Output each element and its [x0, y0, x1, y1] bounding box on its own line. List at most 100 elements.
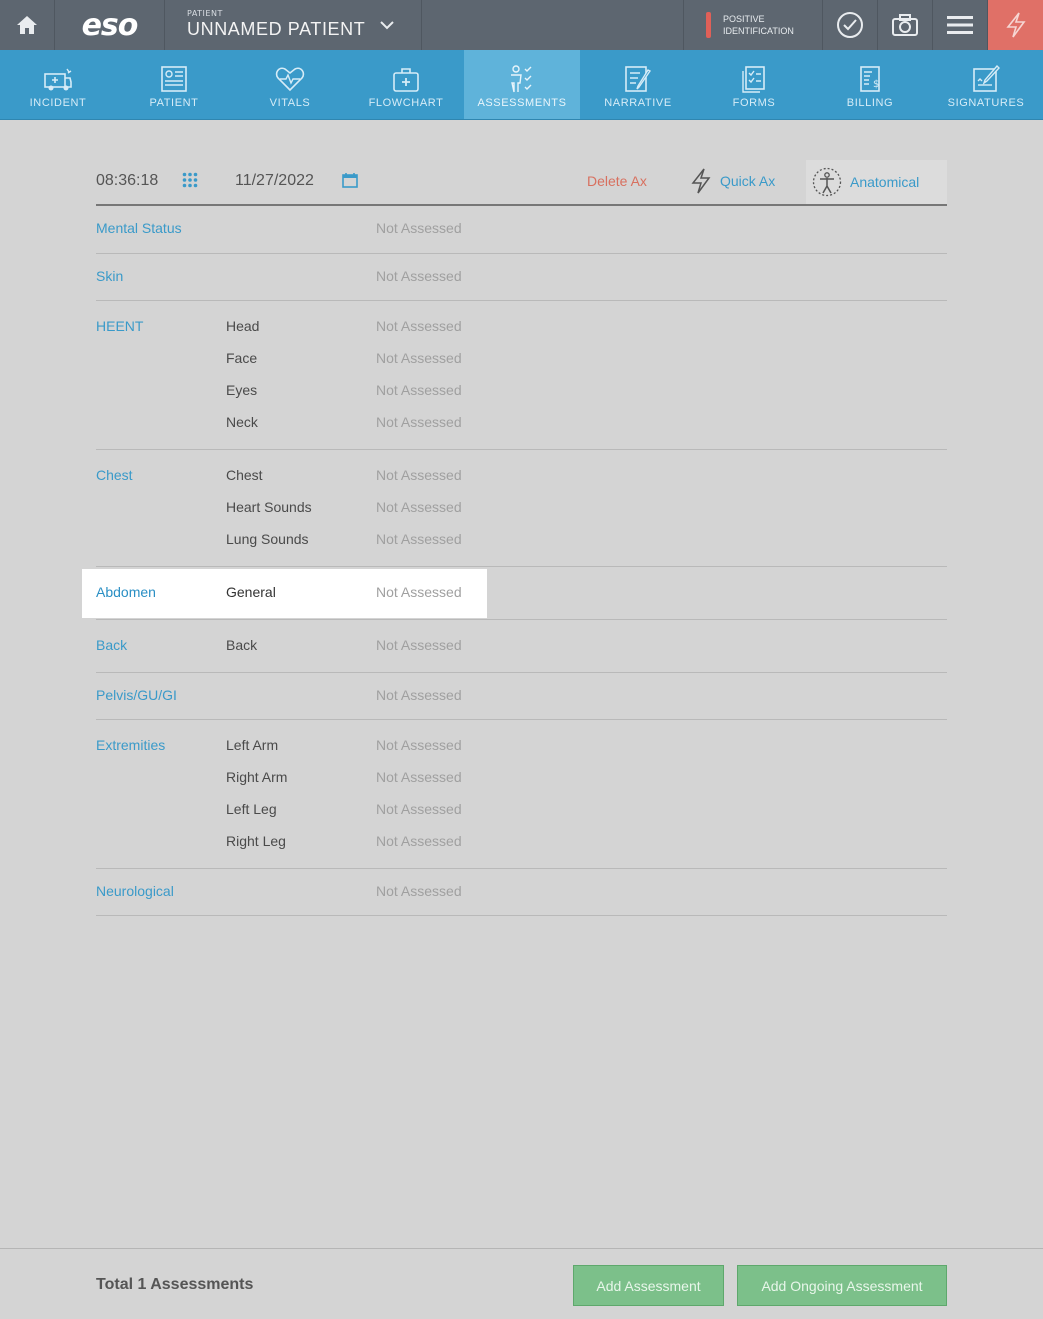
assessment-toolbar: 08:36:18 11/27/2022 Delete Ax Quick Ax A…	[96, 160, 947, 206]
validate-button[interactable]	[823, 0, 878, 50]
category-label[interactable]: Neurological	[96, 883, 174, 899]
category-row-chest[interactable]: Chest Chest Not Assessed Heart Sounds No…	[96, 450, 947, 567]
subitem-label[interactable]: Head	[226, 318, 259, 334]
status-text: Not Assessed	[376, 801, 462, 817]
subitem-label[interactable]: Left Leg	[226, 801, 277, 817]
billing-icon: $	[860, 66, 880, 92]
tab-label: ASSESSMENTS	[477, 97, 567, 109]
section-nav: INCIDENT PATIENT VITALS FLOWCHART ASSESS…	[0, 50, 1043, 120]
keypad-grid-icon[interactable]	[182, 172, 198, 188]
subitem-label[interactable]: Right Leg	[226, 833, 286, 849]
subitem-label[interactable]: Right Arm	[226, 769, 287, 785]
lightning-icon	[691, 168, 711, 194]
category-label[interactable]: Pelvis/GU/GI	[96, 687, 177, 703]
anatomical-body-icon	[812, 167, 842, 197]
total-assessments: Total 1 Assessments	[96, 1276, 254, 1293]
signature-icon	[973, 65, 1000, 92]
category-row-mental-status[interactable]: Mental Status Not Assessed	[96, 206, 947, 254]
patient-card-icon	[161, 66, 187, 92]
home-icon	[17, 16, 37, 34]
positive-identification-button[interactable]: POSITIVE IDENTIFICATION	[683, 0, 823, 50]
category-row-neurological[interactable]: Neurological Not Assessed	[96, 869, 947, 916]
tab-label: VITALS	[269, 97, 311, 109]
category-row-extremities[interactable]: Extremities Left Arm Not Assessed Right …	[96, 720, 947, 869]
category-row-skin[interactable]: Skin Not Assessed	[96, 254, 947, 301]
medkit-icon	[393, 68, 419, 92]
menu-button[interactable]	[933, 0, 988, 50]
tab-vitals[interactable]: VITALS	[232, 50, 348, 119]
patient-selector[interactable]: PATIENT UNNAMED PATIENT	[165, 0, 422, 50]
lightning-icon	[1005, 12, 1026, 38]
status-text: Not Assessed	[376, 499, 462, 515]
quick-ax-button[interactable]: Quick Ax	[690, 168, 775, 194]
category-label[interactable]: Chest	[96, 467, 133, 483]
status-text: Not Assessed	[376, 637, 462, 653]
tab-patient[interactable]: PATIENT	[116, 50, 232, 119]
patient-caption: PATIENT	[187, 9, 223, 18]
tab-signatures[interactable]: SIGNATURES	[928, 50, 1043, 119]
status-text: Not Assessed	[376, 687, 462, 703]
subitem-label[interactable]: Face	[226, 350, 257, 366]
patient-name: UNNAMED PATIENT	[187, 19, 366, 39]
subitem-label[interactable]: Heart Sounds	[226, 499, 312, 515]
assessment-date[interactable]: 11/27/2022	[235, 172, 314, 190]
status-text: Not Assessed	[376, 382, 462, 398]
top-bar: eso PATIENT UNNAMED PATIENT POSITIVE IDE…	[0, 0, 1043, 50]
tab-label: PATIENT	[149, 97, 199, 109]
quick-action-button[interactable]	[988, 0, 1043, 50]
positive-id-line2: IDENTIFICATION	[723, 26, 794, 36]
ambulance-icon	[44, 68, 72, 91]
status-text: Not Assessed	[376, 268, 462, 284]
category-row-abdomen[interactable]: Abdomen General Not Assessed	[82, 567, 947, 620]
tab-label: SIGNATURES	[947, 97, 1025, 109]
subitem-label[interactable]: Neck	[226, 414, 258, 430]
tab-assessments[interactable]: ASSESSMENTS	[464, 50, 580, 119]
status-text: Not Assessed	[376, 883, 462, 899]
category-label[interactable]: Extremities	[96, 737, 165, 753]
status-text: Not Assessed	[376, 769, 462, 785]
add-ongoing-assessment-button[interactable]: Add Ongoing Assessment	[737, 1265, 947, 1306]
assessment-time[interactable]: 08:36:18	[96, 172, 158, 190]
subitem-label[interactable]: Lung Sounds	[226, 531, 309, 547]
alert-icon	[706, 12, 711, 38]
status-text: Not Assessed	[376, 414, 462, 430]
tab-label: NARRATIVE	[604, 97, 672, 109]
chevron-down-icon	[380, 21, 394, 30]
camera-icon	[892, 14, 918, 36]
anatomical-button[interactable]: Anatomical	[806, 160, 947, 204]
tab-narrative[interactable]: NARRATIVE	[580, 50, 696, 119]
status-text: Not Assessed	[376, 318, 462, 334]
subitem-label[interactable]: Eyes	[226, 382, 257, 398]
quick-ax-label: Quick Ax	[720, 173, 776, 189]
category-row-heent[interactable]: HEENT Head Not Assessed Face Not Assesse…	[96, 301, 947, 450]
category-row-back[interactable]: Back Back Not Assessed	[96, 620, 947, 673]
narrative-edit-icon	[625, 66, 652, 92]
tab-billing[interactable]: $ BILLING	[812, 50, 928, 119]
tab-flowchart[interactable]: FLOWCHART	[348, 50, 464, 119]
subitem-label[interactable]: Left Arm	[226, 737, 278, 753]
tab-label: BILLING	[846, 97, 894, 109]
category-row-pelvis[interactable]: Pelvis/GU/GI Not Assessed	[96, 673, 947, 720]
camera-button[interactable]	[878, 0, 933, 50]
footer-bar: Total 1 Assessments Add Assessment Add O…	[0, 1248, 1043, 1319]
tab-label: FORMS	[732, 97, 776, 109]
category-label[interactable]: Back	[96, 637, 127, 653]
category-label[interactable]: HEENT	[96, 318, 143, 334]
category-label[interactable]: Mental Status	[96, 220, 182, 236]
home-button[interactable]	[0, 0, 55, 50]
delete-ax-button[interactable]: Delete Ax	[587, 173, 647, 189]
category-label[interactable]: Abdomen	[96, 584, 156, 600]
category-label[interactable]: Skin	[96, 268, 123, 284]
tab-incident[interactable]: INCIDENT	[0, 50, 116, 119]
svg-text:$: $	[873, 79, 879, 90]
eso-logo: eso	[55, 0, 165, 50]
subitem-label[interactable]: Chest	[226, 467, 263, 483]
tab-forms[interactable]: FORMS	[696, 50, 812, 119]
check-circle-icon	[837, 12, 863, 38]
subitem-label[interactable]: Back	[226, 637, 257, 653]
subitem-label[interactable]: General	[226, 584, 276, 600]
heart-pulse-icon	[275, 67, 305, 92]
add-assessment-button[interactable]: Add Assessment	[573, 1265, 724, 1306]
calendar-icon[interactable]	[342, 172, 358, 188]
status-text: Not Assessed	[376, 584, 462, 600]
